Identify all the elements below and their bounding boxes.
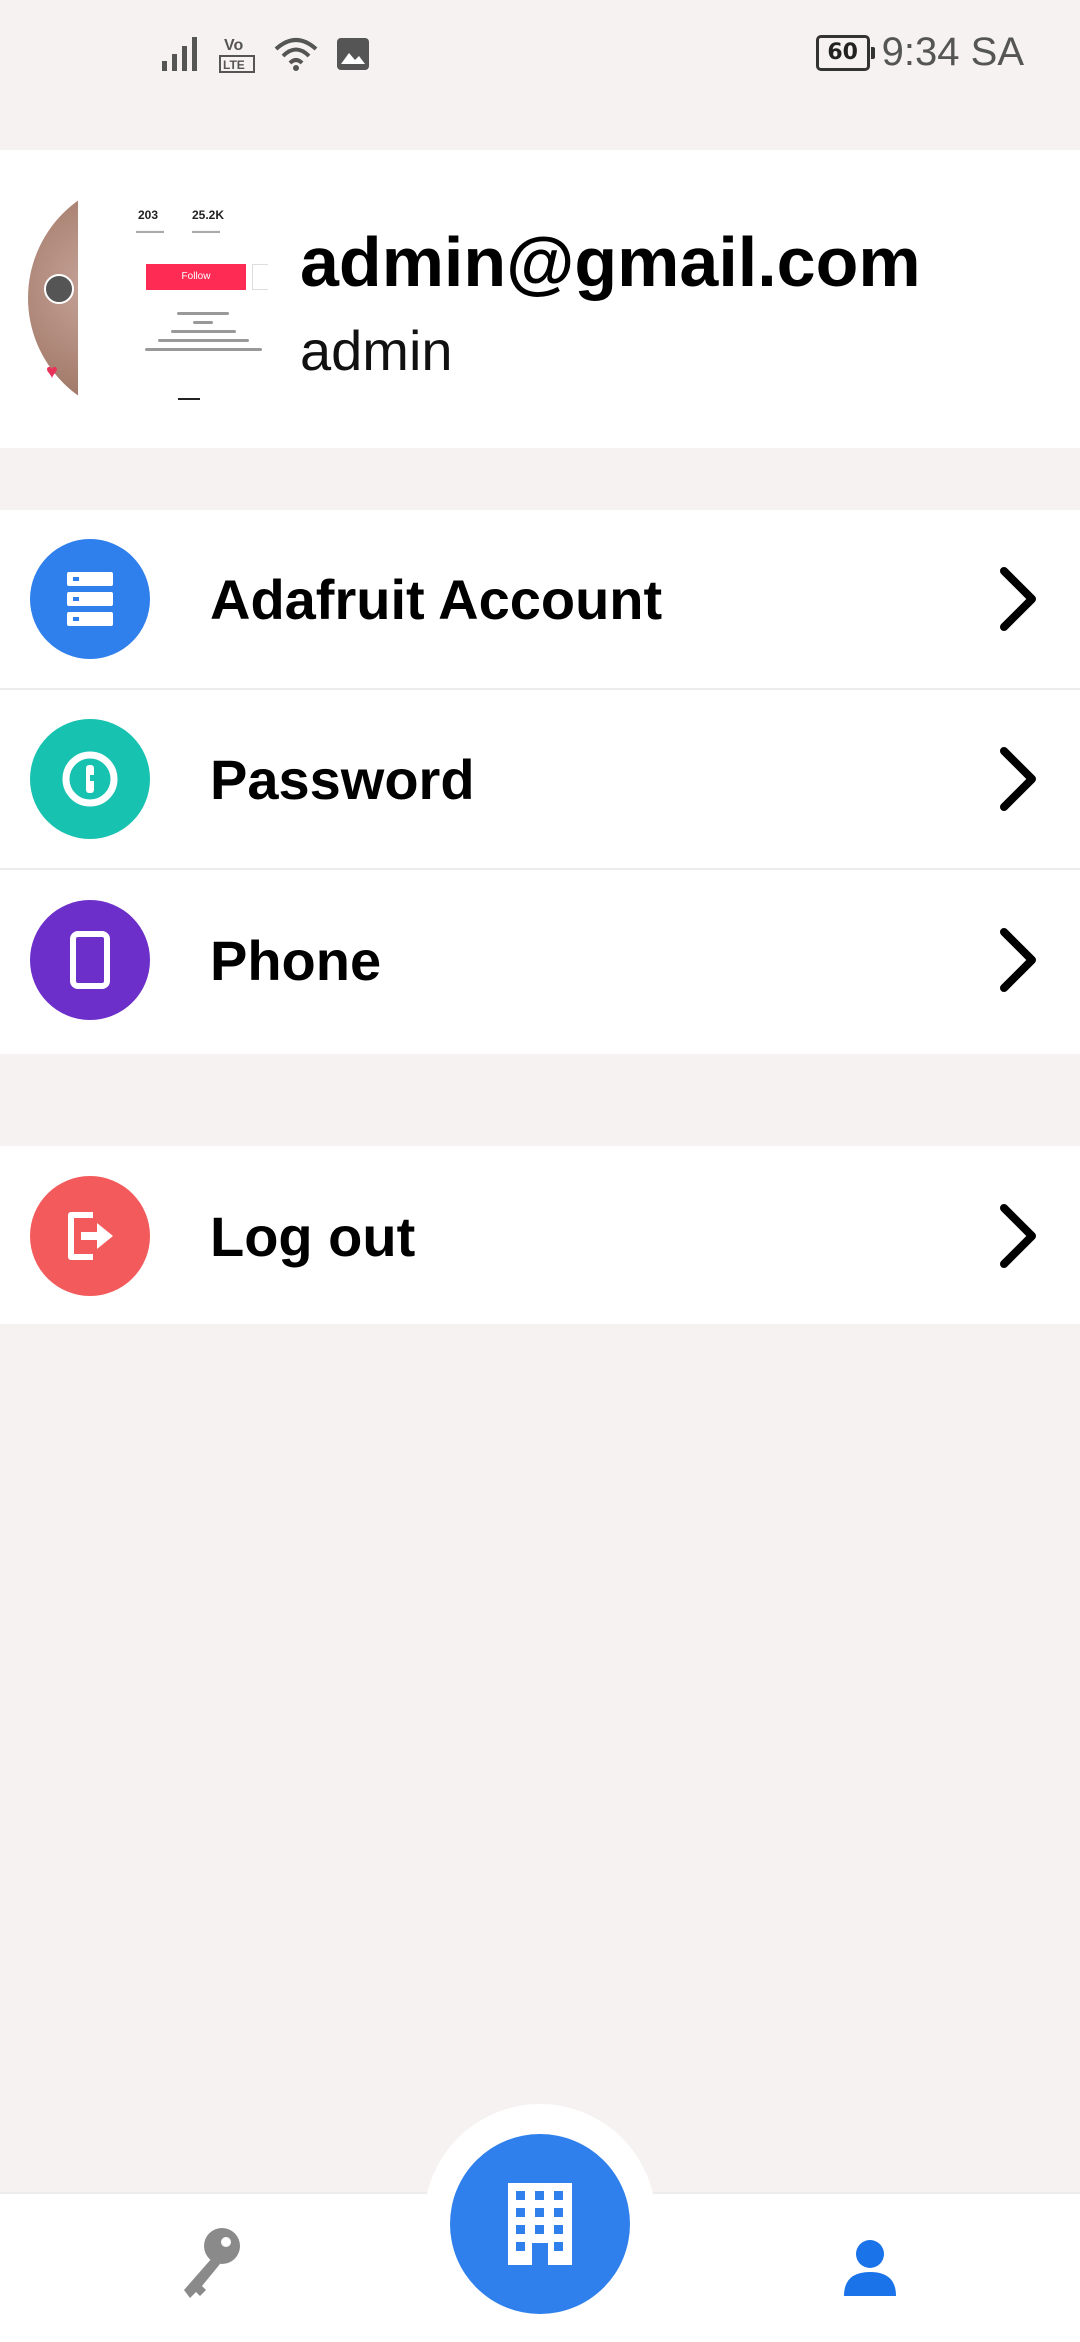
profile-email: admin@gmail.com (300, 223, 921, 301)
avatar-following-count: 203 (138, 208, 159, 222)
logout-icon (30, 1176, 150, 1296)
avatar-screenshot-sheet: 203 25.2K ▬▬▬▬ ▬▬▬▬ Follow (78, 178, 268, 418)
menu-item-label: Phone (210, 928, 382, 992)
gallery-notification-icon (337, 38, 369, 70)
menu-item-phone[interactable]: Phone (0, 870, 1080, 1050)
status-time: 9:34 SA (881, 30, 1024, 74)
avatar[interactable]: ♥ 203 25.2K ▬▬▬▬ ▬▬▬▬ Follow (28, 178, 268, 418)
signal-icon (162, 37, 197, 71)
chevron-right-icon (1000, 567, 1036, 631)
menu-item-password[interactable]: Password (0, 690, 1080, 870)
chevron-right-icon (1000, 1204, 1036, 1268)
wifi-icon (274, 38, 318, 71)
key-icon[interactable] (176, 2224, 246, 2304)
server-icon (30, 539, 150, 659)
svg-text:LTE: LTE (223, 58, 245, 72)
menu-item-label: Password (210, 747, 475, 811)
profile-card[interactable]: ♥ 203 25.2K ▬▬▬▬ ▬▬▬▬ Follow admin@gmail… (0, 150, 1080, 448)
logout-menu: Log out (0, 1146, 1080, 1324)
volte-lte-icon: Vo LTE (219, 37, 255, 73)
avatar-following-label: ▬▬▬▬ (136, 228, 164, 235)
svg-text:Vo: Vo (224, 37, 243, 54)
status-icons-right: 60 9:34 SA (815, 30, 1024, 75)
avatar-followers-label: ▬▬▬▬ (192, 228, 220, 235)
phone-icon (30, 900, 150, 1020)
status-icons-left: Vo LTE (160, 34, 370, 74)
menu-item-label: Adafruit Account (210, 567, 663, 631)
settings-menu: Adafruit Account Password Phone (0, 510, 1080, 1054)
avatar-bio-lines (138, 306, 268, 366)
chevron-right-icon (1000, 747, 1036, 811)
menu-item-log-out[interactable]: Log out (0, 1146, 1080, 1326)
avatar-follow-button: Follow (146, 264, 246, 290)
building-icon (508, 2183, 572, 2265)
password-keyhole-icon (30, 719, 150, 839)
heart-icon: ♥ (46, 361, 58, 383)
profile-name: admin (300, 319, 453, 382)
avatar-profile-badge (44, 274, 74, 304)
battery-icon: 60 (815, 34, 875, 71)
menu-item-adafruit-account[interactable]: Adafruit Account (0, 510, 1080, 690)
building-fab-button[interactable] (450, 2134, 630, 2314)
avatar-tab-indicator (178, 398, 200, 400)
status-bar: Vo LTE 60 9:34 SA (0, 0, 1080, 120)
profile-icon[interactable] (842, 2238, 898, 2296)
menu-item-label: Log out (210, 1204, 416, 1268)
chevron-right-icon (1000, 928, 1036, 992)
avatar-followers-count: 25.2K (192, 208, 225, 222)
instagram-icon (252, 264, 268, 290)
